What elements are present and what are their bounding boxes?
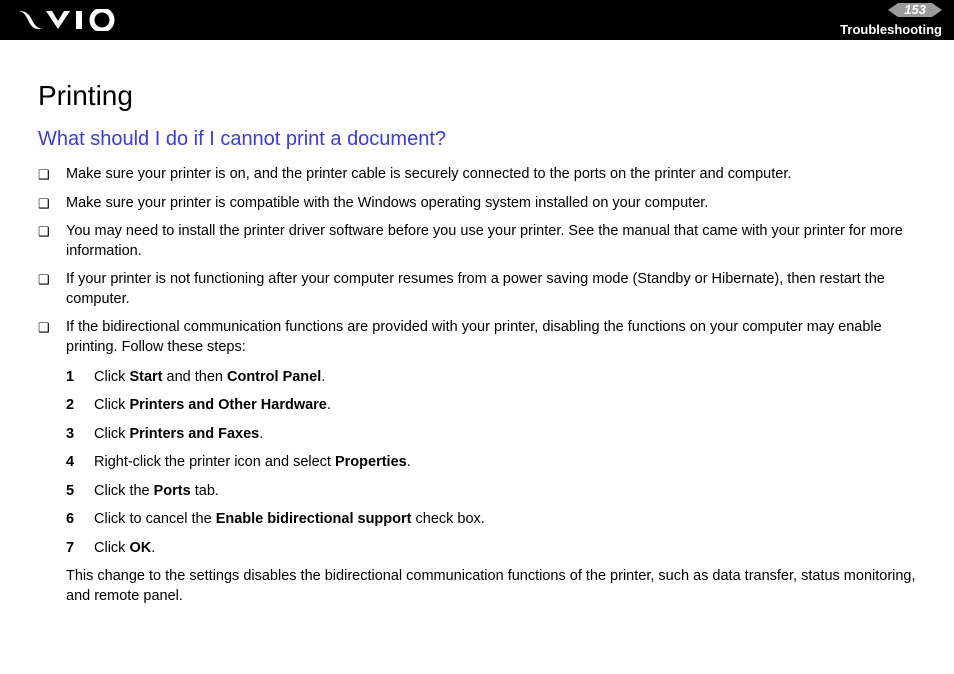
- step-item: 3Click Printers and Faxes.: [94, 425, 922, 445]
- step-item: 6Click to cancel the Enable bidirectiona…: [94, 510, 922, 530]
- page-header: 153 Troubleshooting: [0, 0, 954, 40]
- step-number: 7: [66, 539, 74, 559]
- step-text: Click to cancel the Enable bidirectional…: [94, 511, 485, 527]
- step-text: Click OK.: [94, 540, 155, 556]
- list-item: If the bidirectional communication funct…: [66, 318, 922, 357]
- step-item: 7Click OK.: [94, 539, 922, 559]
- step-number: 1: [66, 368, 74, 388]
- list-item: Make sure your printer is on, and the pr…: [66, 165, 922, 185]
- vaio-logo: [18, 9, 128, 31]
- page-number: 153: [898, 3, 932, 17]
- step-number: 4: [66, 453, 74, 473]
- step-number: 6: [66, 510, 74, 530]
- step-text: Click the Ports tab.: [94, 483, 219, 499]
- step-number: 2: [66, 396, 74, 416]
- step-item: 4Right-click the printer icon and select…: [94, 453, 922, 473]
- step-item: 1Click Start and then Control Panel.: [94, 368, 922, 388]
- step-item: 5Click the Ports tab.: [94, 482, 922, 502]
- bullet-list: Make sure your printer is on, and the pr…: [38, 165, 922, 358]
- page-title: Printing: [38, 80, 922, 112]
- list-item: Make sure your printer is compatible wit…: [66, 194, 922, 214]
- page-subtitle: What should I do if I cannot print a doc…: [38, 128, 922, 151]
- step-number: 5: [66, 482, 74, 502]
- next-page-arrow-icon[interactable]: [932, 3, 942, 17]
- steps-list: 1Click Start and then Control Panel. 2Cl…: [38, 368, 922, 559]
- step-text: Click Start and then Control Panel.: [94, 369, 325, 385]
- list-item: If your printer is not functioning after…: [66, 270, 922, 309]
- footnote: This change to the settings disables the…: [38, 567, 922, 606]
- step-item: 2Click Printers and Other Hardware.: [94, 396, 922, 416]
- step-number: 3: [66, 425, 74, 445]
- page-number-badge: 153: [888, 3, 942, 17]
- prev-page-arrow-icon[interactable]: [888, 3, 898, 17]
- page-content: Printing What should I do if I cannot pr…: [0, 40, 954, 627]
- step-text: Click Printers and Other Hardware.: [94, 397, 331, 413]
- header-right: 153 Troubleshooting: [840, 3, 942, 37]
- section-name: Troubleshooting: [840, 22, 942, 37]
- step-text: Right-click the printer icon and select …: [94, 454, 411, 470]
- step-text: Click Printers and Faxes.: [94, 426, 263, 442]
- list-item: You may need to install the printer driv…: [66, 222, 922, 261]
